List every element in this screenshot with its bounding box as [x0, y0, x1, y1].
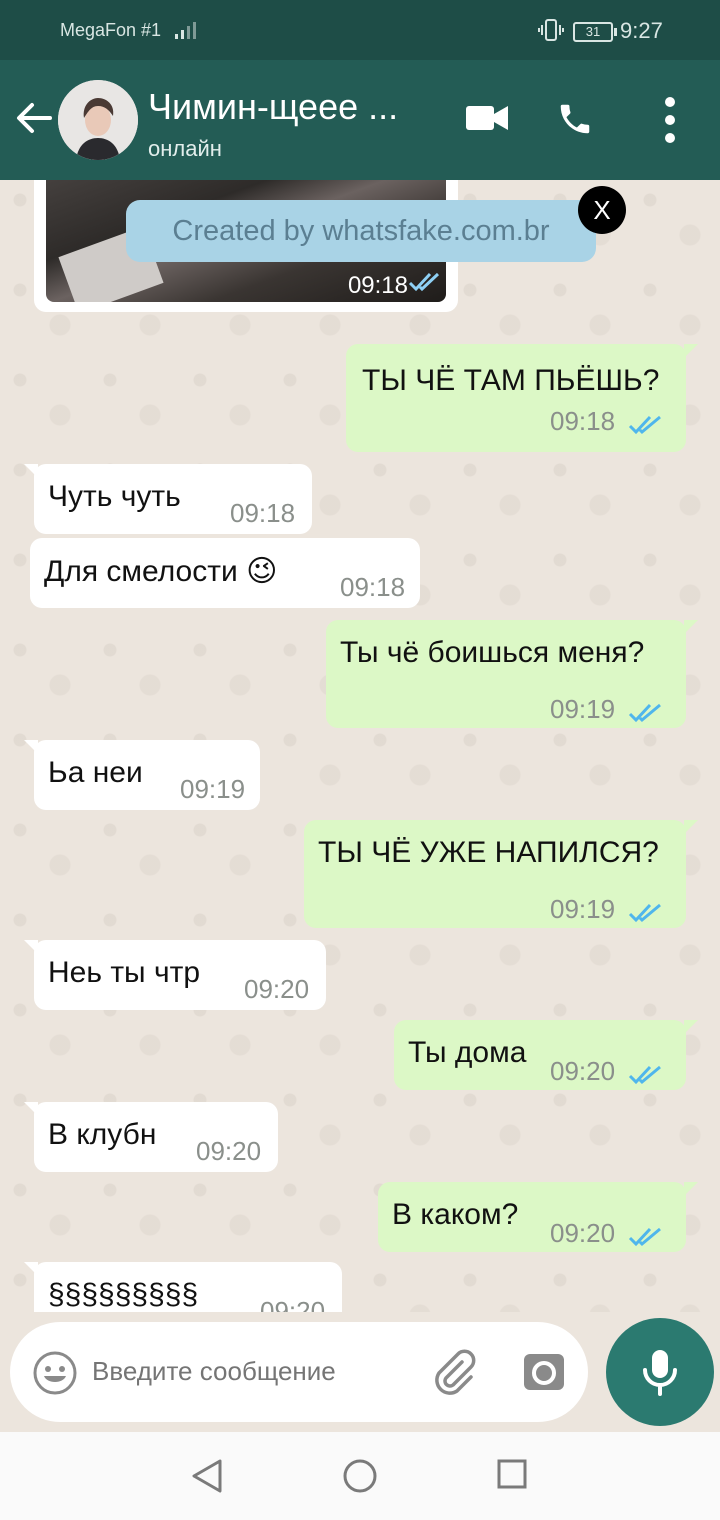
message-time: 09:19	[550, 694, 616, 724]
carrier-name: MegaFon #1	[60, 20, 162, 40]
incoming-message[interactable]: Ьа неи 09:19	[24, 740, 260, 810]
incoming-message[interactable]: Неь ты чтр 09:20	[24, 940, 326, 1010]
chat-area[interactable]: 09:18 Created by whatsfake.com.br X ТЫ Ч…	[0, 180, 720, 1312]
status-bar: MegaFon #1 31 9:27	[0, 0, 720, 60]
message-text: ТЫ ЧЁ УЖЕ НАПИЛСЯ?	[318, 836, 659, 869]
read-ticks-icon	[408, 271, 444, 298]
read-ticks-icon	[628, 898, 666, 932]
message-text: Ьа неи	[48, 756, 143, 789]
incoming-message[interactable]: §§§§§§§§§ 09:20	[24, 1262, 342, 1312]
message-time: 09:20	[196, 1136, 262, 1166]
message-time: 09:18	[550, 406, 616, 436]
message-text: Ты дома	[408, 1036, 527, 1069]
incoming-message[interactable]: Для смелости 😉 09:18	[30, 538, 420, 608]
outgoing-message[interactable]: Ты чё боишься меня? 09:19	[326, 620, 698, 728]
message-text: §§§§§§§§§	[48, 1278, 199, 1311]
watermark-close-button[interactable]: X	[578, 186, 626, 234]
read-ticks-icon	[628, 1060, 666, 1094]
message-time: 09:18	[340, 572, 406, 602]
incoming-message[interactable]: В клубн 09:20	[24, 1102, 278, 1172]
vibrate-icon	[538, 18, 564, 47]
chat-header: Чимин-щеее ... онлайн	[0, 60, 720, 180]
message-text: ТЫ ЧЁ ТАМ ПЬЁШЬ?	[362, 364, 660, 397]
message-time: 09:19	[180, 774, 246, 804]
contact-avatar[interactable]	[58, 80, 138, 160]
system-navigation-bar	[0, 1432, 720, 1520]
emoji-icon[interactable]	[32, 1350, 78, 1401]
voice-call-icon[interactable]	[556, 100, 594, 143]
nav-back-icon[interactable]	[190, 1458, 224, 1499]
outgoing-message[interactable]: Ты дома 09:20	[394, 1020, 698, 1090]
incoming-message[interactable]: Чуть чуть 09:18	[24, 464, 312, 534]
contact-name[interactable]: Чимин-щеее ...	[148, 86, 398, 128]
camera-icon[interactable]	[522, 1350, 566, 1399]
outgoing-message[interactable]: В каком? 09:20	[378, 1182, 698, 1252]
message-text: Неь ты чтр	[48, 956, 201, 989]
contact-status: онлайн	[148, 136, 222, 161]
outgoing-message[interactable]: ТЫ ЧЁ ТАМ ПЬЁШЬ? 09:18	[346, 344, 698, 452]
back-arrow-icon[interactable]	[14, 98, 54, 143]
read-ticks-icon	[628, 410, 666, 444]
message-text: В клубн	[48, 1118, 157, 1151]
video-call-icon[interactable]	[466, 104, 508, 137]
message-time: 09:18	[347, 272, 408, 299]
message-time: 09:20	[260, 1296, 326, 1312]
message-time: 09:20	[244, 974, 310, 1004]
message-time: 09:20	[550, 1056, 616, 1086]
watermark-banner: Created by whatsfake.com.br	[126, 200, 596, 262]
message-text: Чуть чуть	[48, 480, 181, 513]
read-ticks-icon	[628, 698, 666, 732]
message-text: Для смелости 😉	[44, 555, 278, 588]
nav-recents-icon[interactable]	[496, 1458, 528, 1495]
message-input[interactable]	[92, 1356, 412, 1387]
read-ticks-icon	[628, 1222, 666, 1256]
microphone-icon	[643, 1350, 677, 1396]
message-text: В каком?	[392, 1198, 519, 1231]
battery-icon: 31	[573, 22, 617, 42]
message-time: 09:19	[550, 894, 616, 924]
message-text: Ты чё боишься меня?	[340, 636, 645, 669]
more-options-icon[interactable]	[662, 96, 678, 149]
signal-icon	[174, 20, 198, 45]
nav-home-icon[interactable]	[342, 1458, 378, 1499]
message-time: 09:20	[550, 1218, 616, 1248]
voice-record-button[interactable]	[606, 1318, 714, 1426]
message-time: 09:18	[230, 498, 296, 528]
status-time: 9:27	[620, 18, 663, 43]
outgoing-message[interactable]: ТЫ ЧЁ УЖЕ НАПИЛСЯ? 09:19	[304, 820, 698, 928]
message-input-bar[interactable]	[10, 1322, 588, 1422]
attach-icon[interactable]	[430, 1348, 478, 1401]
